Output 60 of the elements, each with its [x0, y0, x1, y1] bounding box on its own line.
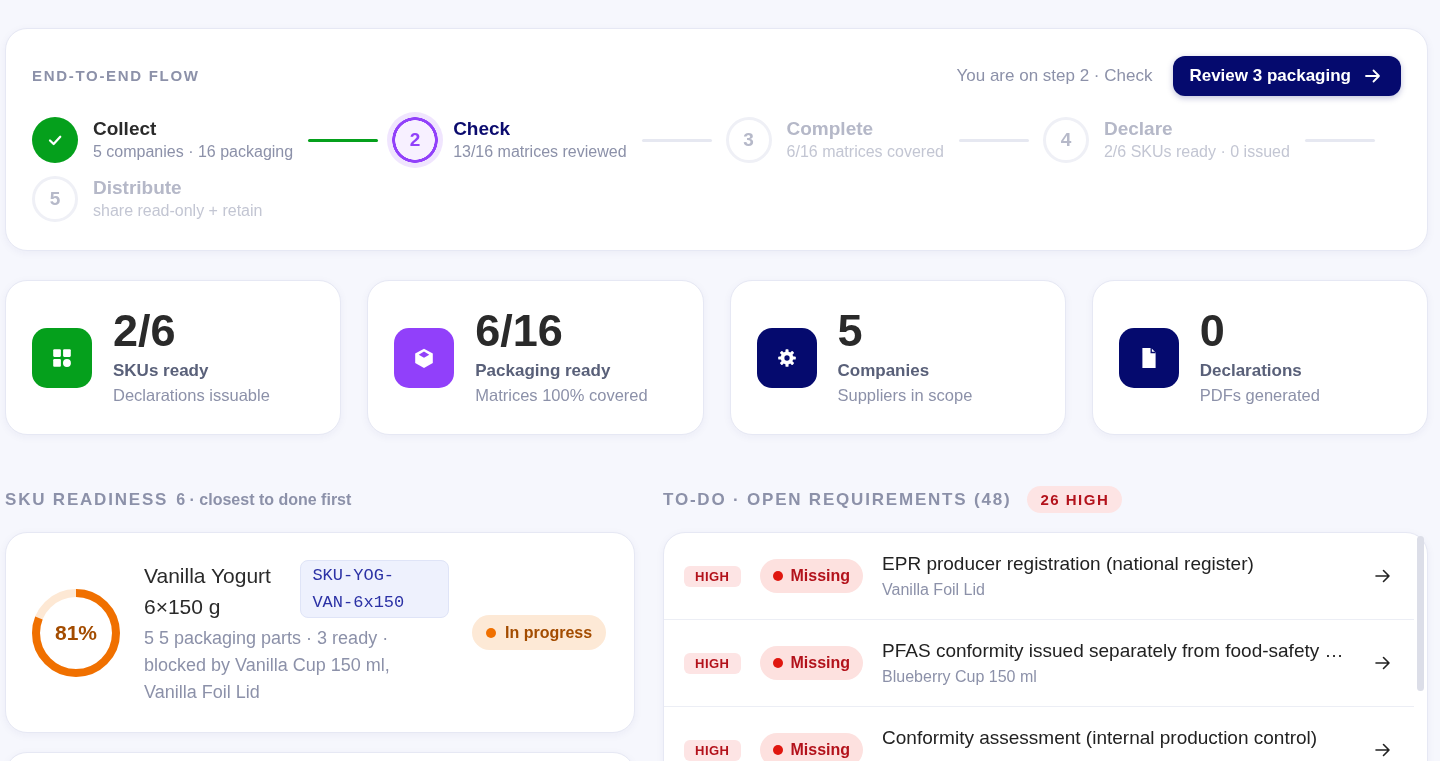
stat-label: SKUs ready [113, 359, 210, 382]
progress-percent: 81% [55, 620, 97, 645]
requirement-item: Vanilla Foil Lid [882, 580, 986, 600]
arrow-right-icon[interactable] [1375, 656, 1391, 670]
step-number: 4 [1042, 117, 1089, 163]
high-count-badge: 26 HIGH [1027, 486, 1123, 513]
scrollbar-thumb[interactable] [1417, 536, 1424, 691]
arrow-right-icon[interactable] [1375, 743, 1391, 757]
step-detail: 6/16 matrices covered [786, 142, 944, 162]
section-subtitle: 6 · closest to done first [176, 490, 352, 509]
step-detail: 2/6 SKUs ready · 0 issued [1103, 142, 1290, 162]
status-label: In progress [505, 623, 593, 642]
step-title: Collect [93, 117, 158, 141]
step-connector [308, 138, 379, 142]
review-button[interactable]: Review 3 packaging [1173, 56, 1401, 96]
stat-detail: Matrices 100% covered [475, 384, 648, 406]
requirement-title: EPR producer registration (national register) [882, 552, 1255, 576]
section-title: SKU READINESS [5, 489, 169, 510]
step-number: 2 [387, 112, 444, 168]
section-title: END-TO-END FLOW [32, 66, 200, 86]
priority-badge: HIGH [684, 739, 741, 761]
sku-detail: 5 5 packaging parts · 3 ready · blocked by Vanilla Cup 150 ml, Vanilla Foil Lid [144, 626, 391, 704]
step-title: Declare [1103, 117, 1174, 141]
requirement-item: Blueberry Cup 150 ml [882, 667, 1038, 687]
step-title: Check [453, 117, 512, 141]
stat-label: Companies [837, 359, 931, 382]
stat-detail: PDFs generated [1199, 384, 1320, 406]
status-dot-icon [486, 627, 496, 638]
step-title: Complete [786, 117, 875, 141]
priority-badge: HIGH [684, 565, 741, 587]
stat-detail: Suppliers in scope [837, 384, 973, 406]
step-number: 3 [725, 117, 772, 163]
step-detail: share read-only + retain [93, 201, 263, 221]
status-label: Missing [790, 741, 851, 759]
stat-value: 0 [1199, 308, 1226, 353]
requirement-title: Conformity assessment (internal production control) [882, 726, 1319, 750]
step-detail: 13/16 matrices reviewed [453, 142, 627, 162]
step-number: 5 [32, 176, 78, 222]
arrow-right-icon [1365, 69, 1381, 83]
current-step-text: You are on step 2 · Check [956, 65, 1153, 87]
sku-name: Vanilla Yogurt 6×150 g [144, 562, 272, 620]
section-title: TO-DO · OPEN REQUIREMENTS (48) [663, 489, 1012, 510]
stat-value: 5 [837, 308, 864, 353]
status-dot-icon [772, 745, 783, 755]
sku-code: SKU-YOG-VAN-6x150 [300, 559, 449, 618]
arrow-right-icon[interactable] [1375, 569, 1391, 583]
step-detail: 5 companies · 16 packaging [93, 142, 294, 162]
status-dot-icon [772, 658, 783, 668]
stat-detail: Declarations issuable [113, 384, 270, 406]
stat-label: Declarations [1199, 359, 1303, 382]
stat-value: 2/6 [113, 308, 177, 353]
stat-label: Packaging ready [475, 359, 612, 382]
status-label: Missing [790, 654, 851, 672]
status-dot-icon [772, 571, 783, 581]
priority-badge: HIGH [684, 652, 741, 674]
step-title: Distribute [93, 176, 183, 200]
stat-value: 6/16 [475, 308, 564, 353]
requirement-title: PFAS conformity issued separately from food-safety … [882, 639, 1345, 663]
sku-card[interactable]: 81% Vanilla Yogurt 6×150 g SKU-YOG-VAN-6x150 5 5 packaging parts · 3 ready · blocked by Vanilla Cup 150 ml, Vanilla Foil Lid In progress [5, 532, 635, 733]
status-label: Missing [790, 567, 851, 585]
